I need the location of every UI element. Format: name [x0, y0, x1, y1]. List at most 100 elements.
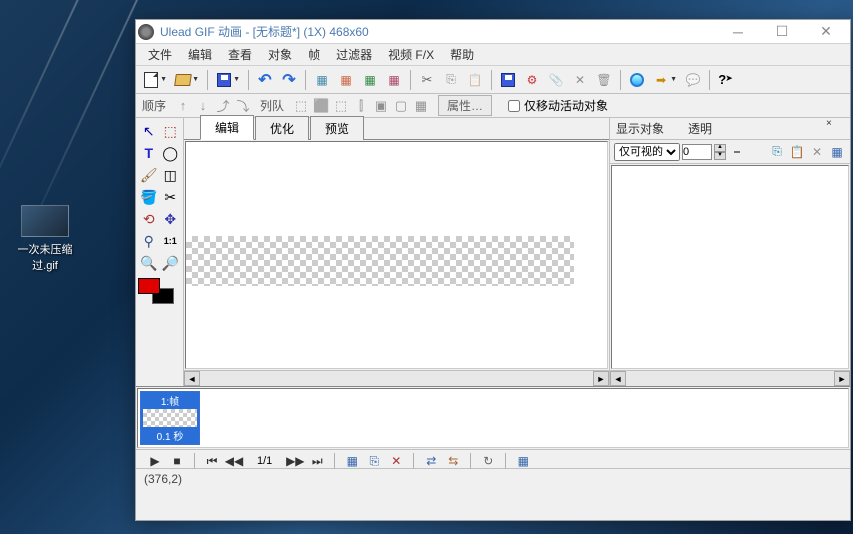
insert-image-button[interactable]: ▦	[311, 69, 333, 91]
eraser-tool[interactable]: ◫	[160, 164, 182, 186]
first-frame-button[interactable]: ⏮	[203, 452, 221, 470]
layer-delete-button[interactable]: ✕	[808, 143, 826, 161]
eyedropper-tool[interactable]: ⚲	[138, 230, 160, 252]
clipboard-button[interactable]: 📎	[545, 69, 567, 91]
maximize-button[interactable]: ☐	[760, 21, 804, 43]
move-bottom-button[interactable]: ⤵	[234, 97, 252, 115]
move-front-button[interactable]: ↓	[194, 97, 212, 115]
align-right-button[interactable]: ⬚	[332, 97, 350, 115]
save-button[interactable]: ▼	[213, 69, 235, 91]
layers-hscroll[interactable]: ◄ ►	[610, 370, 850, 386]
stop-button[interactable]: ■	[168, 452, 186, 470]
crop-tool[interactable]: ✂	[160, 186, 182, 208]
color-swatches[interactable]	[138, 278, 178, 306]
desktop-file-icon[interactable]: 一次未压缩过.gif	[15, 205, 75, 273]
tab-edit[interactable]: 编辑	[200, 115, 254, 140]
reverse-button[interactable]: ⇆	[444, 452, 462, 470]
minimize-button[interactable]: ─	[716, 21, 760, 43]
align-center-button[interactable]: ⬛	[312, 97, 330, 115]
delete2-button[interactable]: ✕	[569, 69, 591, 91]
scroll-right-button[interactable]: ►	[593, 371, 609, 386]
web-export-button[interactable]: ➡▼	[650, 69, 672, 91]
insert-video-button[interactable]: ▦	[335, 69, 357, 91]
move-back-button[interactable]: ↑	[174, 97, 192, 115]
undo-button[interactable]: ↶	[254, 69, 276, 91]
web-preview-button[interactable]	[626, 69, 648, 91]
fill-tool[interactable]: 🪣	[138, 186, 160, 208]
layers-scroll-right[interactable]: ►	[834, 371, 850, 386]
context-help-button[interactable]: ?	[715, 69, 737, 91]
menu-file[interactable]: 文件	[140, 44, 180, 65]
align-left-button[interactable]: ⬚	[292, 97, 310, 115]
opacity-input[interactable]	[682, 144, 712, 160]
comment-button[interactable]: 💬	[682, 69, 704, 91]
menu-filter[interactable]: 过滤器	[328, 44, 380, 65]
shape-tool[interactable]: ◯	[160, 142, 182, 164]
insert-text-button[interactable]: ▦	[359, 69, 381, 91]
menu-help[interactable]: 帮助	[442, 44, 482, 65]
tab-preview[interactable]: 预览	[310, 116, 364, 140]
zoom-in-tool[interactable]: 🔍	[138, 252, 160, 274]
close-button[interactable]: ✕	[804, 21, 848, 43]
properties-button[interactable]: 属性…	[438, 95, 492, 116]
tween-button[interactable]: ⇄	[422, 452, 440, 470]
canvas-content[interactable]	[186, 236, 574, 286]
layer-copy-button[interactable]: ⎘	[768, 143, 786, 161]
scroll-left-button[interactable]: ◄	[184, 371, 200, 386]
next-frame-button[interactable]: ▶▶	[286, 452, 304, 470]
export-gif-button[interactable]	[497, 69, 519, 91]
add-frame-button[interactable]: ▦	[343, 452, 361, 470]
prev-frame-button[interactable]: ◀◀	[225, 452, 243, 470]
distribute-button[interactable]: ⫿	[352, 97, 370, 115]
menu-edit[interactable]: 编辑	[180, 44, 220, 65]
zoom-actual-tool[interactable]: 1:1	[160, 230, 182, 252]
move-active-only-checkbox[interactable]	[508, 100, 520, 112]
ungroup-button[interactable]: ▢	[392, 97, 410, 115]
layers-scroll-left[interactable]: ◄	[610, 371, 626, 386]
zoom-out-tool[interactable]: 🔎	[160, 252, 182, 274]
layer-paste-button[interactable]: 📋	[788, 143, 806, 161]
text-tool[interactable]: T	[138, 142, 160, 164]
pointer-tool[interactable]: ↖	[138, 120, 160, 142]
layers-list[interactable]	[611, 165, 849, 369]
delete-frame-button[interactable]: ✕	[387, 452, 405, 470]
marquee-tool[interactable]: ⬚	[160, 120, 182, 142]
cut-button[interactable]: ✂	[416, 69, 438, 91]
slider-icon[interactable]: ⎯	[728, 143, 746, 161]
duplicate-frame-button[interactable]: ⎘	[365, 452, 383, 470]
play-button[interactable]: ▶	[146, 452, 164, 470]
merge-button[interactable]: ▦	[412, 97, 430, 115]
export-settings-button[interactable]: ⚙	[521, 69, 543, 91]
frames-strip[interactable]: 1:帧 0.1 秒	[137, 388, 849, 448]
tab-optimize[interactable]: 优化	[255, 116, 309, 140]
loop-button[interactable]: ↻	[479, 452, 497, 470]
new-button[interactable]: ▼	[140, 69, 162, 91]
redo-button[interactable]: ↷	[278, 69, 300, 91]
timeline-settings-button[interactable]: ▦	[514, 452, 532, 470]
paste-button[interactable]: 📋	[464, 69, 486, 91]
menu-videofx[interactable]: 视频 F/X	[380, 44, 442, 65]
timeline-panel: 1:帧 0.1 秒 ▶ ■ ⏮ ◀◀ 1/1 ▶▶ ⏭ ▦ ⎘ ✕ ⇄ ⇆ ↻ …	[136, 386, 850, 468]
menu-frame[interactable]: 帧	[300, 44, 328, 65]
canvas-hscroll[interactable]: ◄ ►	[184, 370, 609, 386]
visibility-select[interactable]: 仅可视的	[614, 143, 680, 161]
last-frame-button[interactable]: ⏭	[308, 452, 326, 470]
group-button[interactable]: ▣	[372, 97, 390, 115]
move-tool[interactable]: ✥	[160, 208, 182, 230]
titlebar[interactable]: Ulead GIF 动画 - [无标题*] (1X) 468x60 ─ ☐ ✕	[136, 20, 850, 44]
copy-button[interactable]: ⎘	[440, 69, 462, 91]
canvas-area[interactable]	[185, 141, 608, 369]
layer-new-button[interactable]: ▦	[828, 143, 846, 161]
menu-object[interactable]: 对象	[260, 44, 300, 65]
panel-close-icon[interactable]: ×	[826, 118, 832, 130]
brush-tool[interactable]: 🖌	[138, 164, 160, 186]
menu-view[interactable]: 查看	[220, 44, 260, 65]
foreground-color[interactable]	[138, 278, 160, 294]
insert-object-button[interactable]: ▦	[383, 69, 405, 91]
opacity-spinner[interactable]: ▲▼	[714, 144, 726, 160]
open-button[interactable]: ▼	[172, 69, 194, 91]
move-top-button[interactable]: ⤴	[214, 97, 232, 115]
trash-button[interactable]: 🗑	[593, 69, 615, 91]
rotate-tool[interactable]: ⟲	[138, 208, 160, 230]
frame-1[interactable]: 1:帧 0.1 秒	[140, 391, 200, 445]
